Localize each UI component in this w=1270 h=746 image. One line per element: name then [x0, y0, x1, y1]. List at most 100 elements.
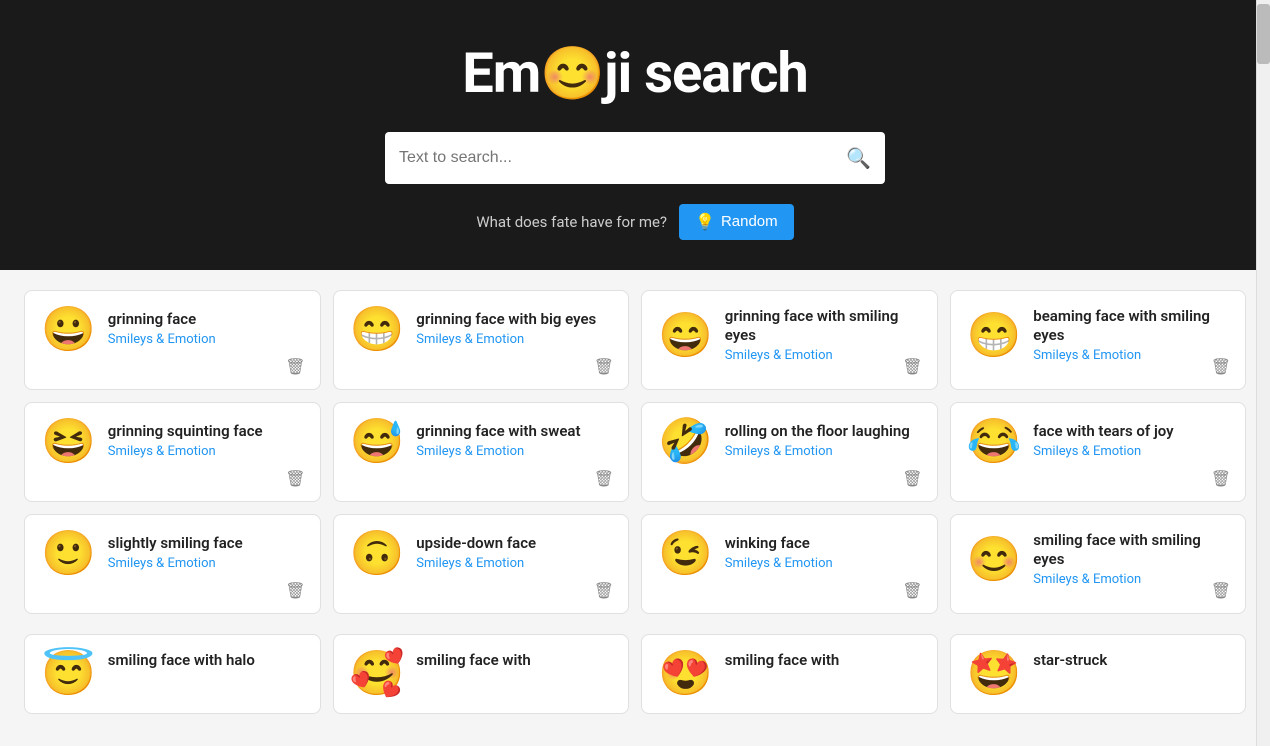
emoji-char: 🤣 — [658, 419, 713, 463]
card-category: Smileys & Emotion — [1033, 348, 1229, 363]
card-top: 😊 smiling face with smiling eyes Smileys… — [967, 531, 1230, 587]
card-info: grinning face Smileys & Emotion — [108, 310, 304, 347]
card-top: 🙂 slightly smiling face Smileys & Emotio… — [41, 531, 304, 575]
emoji-card: 😊 smiling face with smiling eyes Smileys… — [950, 514, 1247, 614]
copy-button[interactable]: 🗑 — [1209, 579, 1233, 603]
partial-info: star-struck — [1033, 651, 1229, 669]
copy-button[interactable]: 🗑 — [1209, 467, 1233, 491]
card-info: upside-down face Smileys & Emotion — [416, 534, 612, 571]
card-name: grinning face — [108, 310, 304, 330]
card-info: slightly smiling face Smileys & Emotion — [108, 534, 304, 571]
card-info: grinning face with smiling eyes Smileys … — [725, 307, 921, 363]
copy-button[interactable]: 🗑 — [1209, 355, 1233, 379]
card-top: 🤣 rolling on the floor laughing Smileys … — [658, 419, 921, 463]
card-name: rolling on the floor laughing — [725, 422, 921, 442]
card-category: Smileys & Emotion — [725, 348, 921, 363]
emoji-card: 😁 grinning face with big eyes Smileys & … — [333, 290, 630, 390]
emoji-card: 😁 beaming face with smiling eyes Smileys… — [950, 290, 1247, 390]
page-header: Em😊ji search 🔍 What does fate have for m… — [0, 0, 1270, 270]
emoji-char: 😀 — [41, 307, 96, 351]
emoji-char: 😆 — [41, 419, 96, 463]
card-info: rolling on the floor laughing Smileys & … — [725, 422, 921, 459]
card-category: Smileys & Emotion — [1033, 572, 1229, 587]
partial-name: smiling face with — [416, 651, 612, 669]
copy-button[interactable]: 🗑 — [283, 579, 307, 603]
emoji-char: 😁 — [967, 313, 1022, 357]
card-top: 😉 winking face Smileys & Emotion — [658, 531, 921, 575]
emoji-char: 😄 — [658, 313, 713, 357]
title-text-before: Em — [462, 40, 540, 106]
partial-emoji-card: 🤩 star-struck — [950, 634, 1247, 714]
title-emoji: 😊 — [540, 43, 604, 104]
card-top: 😀 grinning face Smileys & Emotion — [41, 307, 304, 351]
search-bar: 🔍 — [385, 132, 885, 184]
card-name: grinning squinting face — [108, 422, 304, 442]
copy-button[interactable]: 🗑 — [283, 355, 307, 379]
partial-info: smiling face with — [725, 651, 921, 669]
card-category: Smileys & Emotion — [108, 556, 304, 571]
partial-emoji-card: 😇 smiling face with halo — [24, 634, 321, 714]
random-label: Random — [721, 213, 778, 230]
card-category: Smileys & Emotion — [1033, 444, 1229, 459]
card-top: 😂 face with tears of joy Smileys & Emoti… — [967, 419, 1230, 463]
partial-name: smiling face with — [725, 651, 921, 669]
card-top: 😁 grinning face with big eyes Smileys & … — [350, 307, 613, 351]
emoji-card: 😂 face with tears of joy Smileys & Emoti… — [950, 402, 1247, 502]
emoji-card: 😀 grinning face Smileys & Emotion 🗑 — [24, 290, 321, 390]
copy-button[interactable]: 🗑 — [283, 467, 307, 491]
scrollbar-thumb — [1257, 4, 1270, 64]
card-top: 😅 grinning face with sweat Smileys & Emo… — [350, 419, 613, 463]
card-top: 😄 grinning face with smiling eyes Smiley… — [658, 307, 921, 363]
card-name: smiling face with smiling eyes — [1033, 531, 1229, 570]
card-name: slightly smiling face — [108, 534, 304, 554]
fate-row: What does fate have for me? 💡 Random — [20, 204, 1250, 240]
copy-button[interactable]: 🗑 — [592, 579, 616, 603]
fate-text: What does fate have for me? — [476, 213, 667, 231]
search-icon[interactable]: 🔍 — [846, 146, 871, 170]
copy-button[interactable]: 🗑 — [592, 355, 616, 379]
partial-emoji-char: 😇 — [41, 651, 96, 695]
emoji-card: 🙃 upside-down face Smileys & Emotion 🗑 — [333, 514, 630, 614]
card-category: Smileys & Emotion — [108, 332, 304, 347]
partial-emoji-card: 😍 smiling face with — [641, 634, 938, 714]
emoji-card: 😅 grinning face with sweat Smileys & Emo… — [333, 402, 630, 502]
emoji-card: 🤣 rolling on the floor laughing Smileys … — [641, 402, 938, 502]
copy-button[interactable]: 🗑 — [900, 579, 924, 603]
emoji-char: 🙃 — [350, 531, 405, 575]
card-top: 🙃 upside-down face Smileys & Emotion — [350, 531, 613, 575]
card-name: upside-down face — [416, 534, 612, 554]
emoji-char: 😂 — [967, 419, 1022, 463]
copy-button[interactable]: 🗑 — [900, 467, 924, 491]
partial-emoji-card: 🥰 smiling face with — [333, 634, 630, 714]
partial-emoji-char: 🤩 — [967, 651, 1022, 695]
emoji-char: 😉 — [658, 531, 713, 575]
partial-info: smiling face with — [416, 651, 612, 669]
card-category: Smileys & Emotion — [416, 444, 612, 459]
card-top: 😆 grinning squinting face Smileys & Emot… — [41, 419, 304, 463]
card-name: grinning face with sweat — [416, 422, 612, 442]
emoji-card: 🙂 slightly smiling face Smileys & Emotio… — [24, 514, 321, 614]
card-name: grinning face with big eyes — [416, 310, 612, 330]
card-category: Smileys & Emotion — [416, 332, 612, 347]
card-category: Smileys & Emotion — [108, 444, 304, 459]
card-name: beaming face with smiling eyes — [1033, 307, 1229, 346]
emoji-grid: 😀 grinning face Smileys & Emotion 🗑 😁 gr… — [0, 270, 1270, 634]
card-category: Smileys & Emotion — [416, 556, 612, 571]
card-category: Smileys & Emotion — [725, 444, 921, 459]
title-text-after: ji search — [604, 40, 808, 106]
random-button[interactable]: 💡 Random — [679, 204, 794, 240]
copy-button[interactable]: 🗑 — [900, 355, 924, 379]
emoji-card: 😆 grinning squinting face Smileys & Emot… — [24, 402, 321, 502]
card-info: grinning squinting face Smileys & Emotio… — [108, 422, 304, 459]
card-name: face with tears of joy — [1033, 422, 1229, 442]
scrollbar[interactable] — [1256, 0, 1270, 746]
bulb-icon: 💡 — [695, 212, 715, 232]
search-input[interactable] — [399, 149, 846, 167]
card-top: 😁 beaming face with smiling eyes Smileys… — [967, 307, 1230, 363]
partial-name: star-struck — [1033, 651, 1229, 669]
copy-button[interactable]: 🗑 — [592, 467, 616, 491]
partial-info: smiling face with halo — [108, 651, 304, 669]
emoji-card: 😄 grinning face with smiling eyes Smiley… — [641, 290, 938, 390]
card-category: Smileys & Emotion — [725, 556, 921, 571]
partial-emoji-char: 🥰 — [350, 651, 405, 695]
